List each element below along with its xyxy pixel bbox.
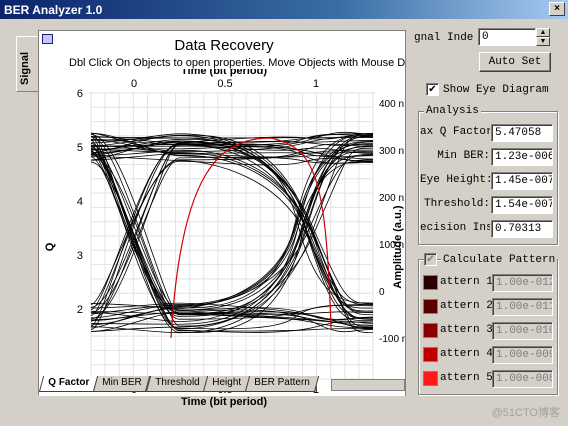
- left-axis-label: Q: [44, 242, 56, 251]
- analysis-value: 1.45e-007: [491, 172, 553, 190]
- pattern-label: attern 3: [440, 324, 492, 336]
- plot-title: Data Recovery: [174, 37, 274, 54]
- y-tick-left: 2: [77, 304, 83, 316]
- tab-label: BER Pattern: [254, 377, 310, 388]
- calculate-pattern-label: Calculate Pattern: [441, 254, 558, 266]
- pattern-value: 1.00e-011: [492, 298, 553, 316]
- vertical-scrollbar[interactable]: [405, 30, 413, 396]
- plot-subtitle: Dbl Click On Objects to open properties.…: [69, 57, 409, 69]
- analysis-label: Threshold:: [423, 198, 490, 210]
- pattern-label: attern 1: [440, 276, 492, 288]
- pattern-value: 1.00e-012: [492, 274, 553, 292]
- analysis-label: ecision Inst: [420, 222, 490, 234]
- show-eye-checkbox[interactable]: ✔: [426, 83, 439, 96]
- y-tick-right: 400 n: [379, 99, 404, 110]
- top-axis-label: Time (bit period): [181, 69, 267, 77]
- close-icon[interactable]: ×: [549, 2, 565, 16]
- window-titlebar: BER Analyzer 1.0 ×: [0, 0, 568, 19]
- tab-threshold[interactable]: Threshold: [145, 376, 209, 392]
- eye-diagram-plot[interactable]: Time (bit period) Time (bit period) Q Am…: [39, 69, 407, 415]
- pattern-value: 1.00e-009: [492, 346, 553, 364]
- plot-pane: Data Recovery Dbl Click On Objects to op…: [38, 30, 409, 408]
- window-title: BER Analyzer 1.0: [4, 2, 103, 17]
- tab-label: Threshold: [154, 377, 200, 388]
- analysis-value: 1.54e-007: [491, 196, 553, 214]
- horizontal-scrollbar[interactable]: [331, 379, 405, 391]
- tab-signal-label: Signal: [19, 51, 31, 85]
- y-tick-right: 300 n: [379, 146, 404, 157]
- bottom-axis-label: Time (bit period): [181, 396, 267, 408]
- pattern-color-swatch[interactable]: [423, 347, 438, 362]
- calculate-pattern-checkbox[interactable]: ✔: [424, 253, 437, 266]
- y-tick-left: 6: [77, 88, 83, 100]
- auto-set-button[interactable]: Auto Set: [479, 52, 551, 72]
- y-tick-left: 3: [77, 250, 83, 262]
- signal-index-label: gnal Inde: [414, 32, 474, 44]
- spin-down-button[interactable]: ▼: [536, 37, 550, 46]
- pattern-value: 1.00e-008: [492, 370, 553, 388]
- tab-label: Height: [212, 377, 242, 388]
- pattern-value: 1.00e-010: [492, 322, 553, 340]
- watermark: @51CTO博客: [491, 407, 560, 419]
- tab-label: Min BER: [102, 377, 142, 388]
- tab-signal[interactable]: Signal: [16, 36, 38, 92]
- y-tick-right: 200 n: [379, 193, 404, 204]
- y-tick-left: 5: [77, 142, 83, 154]
- analysis-label: Min BER:: [437, 150, 490, 162]
- analysis-label: Eye Height:: [420, 174, 490, 186]
- x-tick-top: 1: [313, 78, 319, 90]
- analysis-value: 0.70313: [491, 220, 553, 238]
- analysis-value: 1.23e-006: [491, 148, 553, 166]
- x-tick-top: 0.5: [217, 78, 232, 90]
- y-tick-left: 4: [77, 196, 83, 208]
- y-tick-right: -100 n: [379, 334, 407, 345]
- pattern-label: attern 4: [440, 348, 492, 360]
- y-tick-right: 0: [379, 287, 385, 298]
- pattern-label: attern 2: [440, 300, 492, 312]
- analysis-label: ax Q Factor: [420, 126, 490, 138]
- tab-label: Q Factor: [48, 377, 90, 388]
- x-tick-top: 0: [131, 78, 137, 90]
- tab-ber-pattern[interactable]: BER Pattern: [244, 376, 319, 392]
- pattern-color-swatch[interactable]: [423, 371, 438, 386]
- y-tick-right: 100 n: [379, 240, 404, 251]
- analysis-title: Analysis: [424, 105, 481, 117]
- tab-height[interactable]: Height: [202, 376, 251, 392]
- show-eye-label: Show Eye Diagram: [443, 84, 549, 96]
- signal-index-input[interactable]: 0: [478, 28, 536, 46]
- analysis-value: 5.47058: [491, 124, 553, 142]
- tab-q-factor[interactable]: Q Factor: [38, 376, 99, 392]
- tab-min-ber[interactable]: Min BER: [92, 376, 151, 392]
- pattern-color-swatch[interactable]: [423, 299, 438, 314]
- pattern-color-swatch[interactable]: [423, 323, 438, 338]
- pattern-label: attern 5: [440, 372, 492, 384]
- pattern-color-swatch[interactable]: [423, 275, 438, 290]
- bottom-tab-strip: Q Factor Min BER Threshold Height BER Patter…: [38, 376, 319, 393]
- spin-up-button[interactable]: ▲: [536, 28, 550, 37]
